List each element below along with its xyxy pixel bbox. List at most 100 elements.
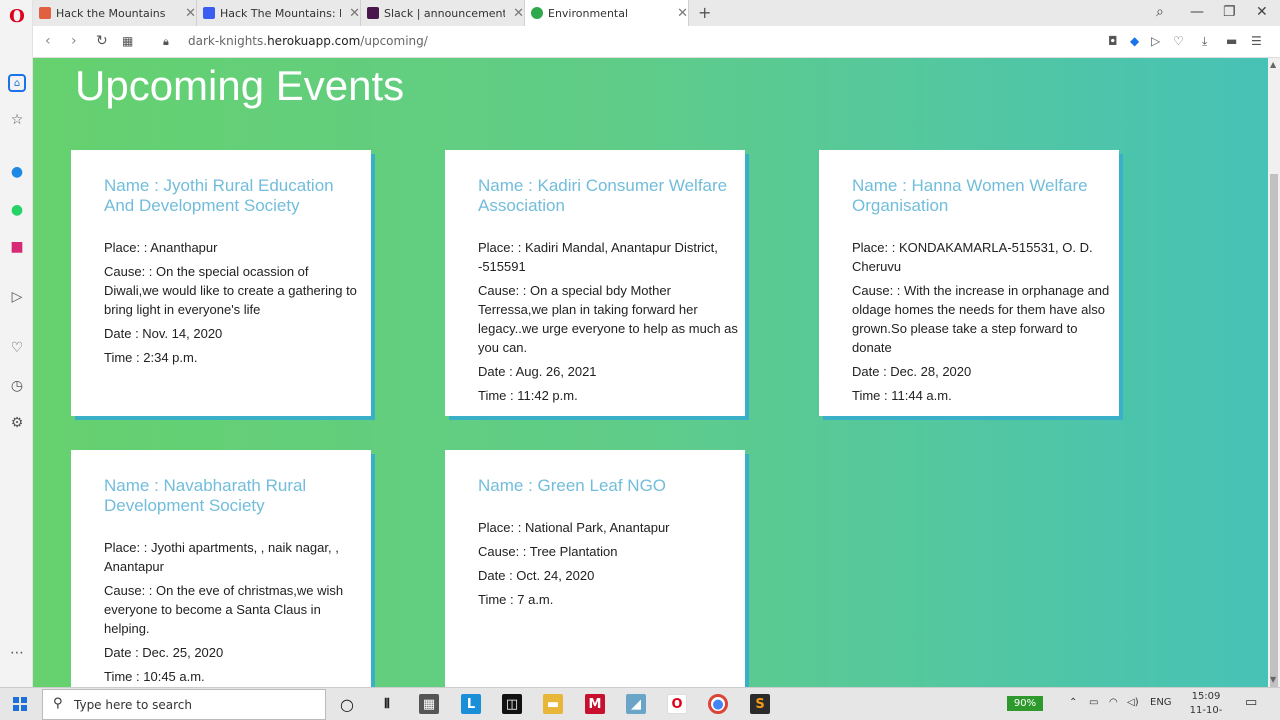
event-place: Place: : Kadiri Mandal, Anantapur Distri… — [478, 240, 718, 274]
url-host: herokuapp.com — [267, 34, 361, 48]
app-l-icon[interactable]: L — [461, 694, 481, 714]
search-icon: ⚲ — [53, 696, 63, 711]
wifi-icon[interactable]: ◠ — [1109, 697, 1118, 708]
cortana-icon[interactable]: ○ — [337, 694, 357, 714]
back-icon[interactable]: ‹ — [45, 33, 51, 49]
tab-grid-icon[interactable]: ▦ — [122, 34, 133, 48]
search-tabs-icon[interactable]: ⌕ — [1156, 4, 1164, 20]
url-field[interactable]: dark-knights.herokuapp.com/upcoming/ — [188, 34, 428, 48]
tab-hack-the-mountains[interactable]: Hack the Mountains ✕ — [33, 0, 197, 26]
file-explorer-icon[interactable]: ▬ — [543, 694, 563, 714]
new-tab-plus-icon[interactable]: + — [698, 3, 711, 22]
event-date: Date : Dec. 28, 2020 — [852, 364, 972, 379]
event-date: Date : Dec. 25, 2020 — [104, 645, 224, 660]
tab-title: Hack the Mountains — [56, 6, 166, 20]
event-cause: Cause: : On the eve of christmas,we wish… — [104, 583, 344, 636]
whatsapp-icon[interactable]: ● — [7, 200, 27, 220]
event-time: Time : 2:34 p.m. — [104, 350, 198, 365]
event-name: Name : Hanna Women Welfare Organisation — [852, 176, 1088, 215]
close-tab-icon[interactable]: ✕ — [349, 6, 360, 21]
chrome-icon[interactable]: ● — [708, 694, 728, 714]
event-time: Time : 10:45 a.m. — [104, 669, 205, 684]
event-cause: Cause: : Tree Plantation — [478, 544, 618, 559]
instagram-icon[interactable]: ■ — [7, 237, 27, 257]
show-hidden-icons-icon[interactable]: ⌃ — [1069, 697, 1077, 708]
close-tab-icon[interactable]: ✕ — [513, 6, 524, 21]
heart-icon[interactable]: ♡ — [1173, 34, 1184, 48]
more-dots-icon[interactable]: ⋯ — [7, 643, 27, 663]
tab-title: Slack | announcements | Ha — [384, 6, 506, 20]
tab-title: Environmental — [548, 6, 629, 20]
notifications-icon[interactable]: ▭ — [1245, 695, 1257, 710]
easy-setup-icon[interactable]: ☰ — [1251, 34, 1262, 48]
tab-dashboard[interactable]: Hack The Mountains: Dashb ✕ — [197, 0, 361, 26]
tab-favicon-icon — [39, 7, 51, 19]
mcafee-icon[interactable]: M — [585, 694, 605, 714]
snapshot-camera-icon[interactable]: ◘ — [1108, 34, 1118, 48]
event-place: Place: : Ananthapur — [104, 240, 218, 255]
scroll-thumb[interactable] — [1270, 174, 1278, 694]
forward-icon[interactable]: › — [71, 33, 77, 49]
page-scrollbar[interactable]: ▲ ▼ — [1268, 58, 1280, 694]
url-path: /upcoming/ — [360, 34, 428, 48]
event-name: Name : Jyothi Rural Education And Develo… — [104, 176, 334, 215]
messenger-icon[interactable]: ● — [7, 162, 27, 182]
taskbar-search-input[interactable]: ⚲ Type here to search — [42, 689, 326, 720]
tab-favicon-icon — [203, 7, 215, 19]
lock-icon: 🔒︎ — [163, 35, 169, 48]
send-icon[interactable]: ▷ — [7, 287, 27, 307]
close-window-icon[interactable]: ✕ — [1256, 4, 1268, 20]
bookmark-star-icon[interactable]: ☆ — [7, 110, 27, 130]
minimize-icon[interactable]: — — [1190, 4, 1204, 20]
volume-icon[interactable]: ◁) — [1127, 697, 1139, 708]
task-view-icon[interactable]: ⫴ — [377, 694, 397, 714]
address-bar: ‹ › ↻ ▦ 🔒︎ dark-knights.herokuapp.com/up… — [33, 26, 1280, 58]
taskbar-clock[interactable]: 15:09 11-10-2020 — [1180, 690, 1232, 720]
windows-taskbar: ⚲ Type here to search ○ ⫴ ▦ L ◫ ▬ M ◢ O … — [0, 687, 1280, 720]
tab-title: Hack The Mountains: Dashb — [220, 6, 341, 20]
settings-gear-icon[interactable]: ⚙ — [7, 413, 27, 433]
share-send-icon[interactable]: ▷ — [1151, 34, 1160, 48]
event-card: Name : Kadiri Consumer Welfare Associati… — [445, 150, 745, 416]
restore-icon[interactable]: ❐ — [1223, 4, 1236, 20]
event-time: Time : 7 a.m. — [478, 592, 554, 607]
event-card: Name : Hanna Women Welfare Organisation … — [819, 150, 1119, 416]
event-cause: Cause: : On a special bdy Mother Terress… — [478, 283, 738, 355]
reload-icon[interactable]: ↻ — [96, 33, 108, 49]
event-card: Name : Green Leaf NGO Place: : National … — [445, 450, 745, 687]
tab-favicon-icon — [367, 7, 379, 19]
home-icon[interactable]: ⌂ — [8, 74, 26, 92]
history-clock-icon[interactable]: ◷ — [7, 376, 27, 396]
tab-favicon-icon — [531, 7, 543, 19]
tab-slack[interactable]: Slack | announcements | Ha ✕ — [361, 0, 525, 26]
battery-icon[interactable]: ▭ — [1089, 697, 1098, 708]
scroll-down-arrow-icon[interactable]: ▼ — [1270, 675, 1276, 684]
windows-start-icon[interactable] — [13, 697, 27, 711]
clock-date: 11-10-2020 — [1189, 705, 1223, 720]
app-dark-icon[interactable]: ◫ — [502, 694, 522, 714]
event-date: Date : Nov. 14, 2020 — [104, 326, 223, 341]
scroll-up-arrow-icon[interactable]: ▲ — [1270, 60, 1276, 69]
event-card: Name : Jyothi Rural Education And Develo… — [71, 150, 371, 416]
close-tab-icon[interactable]: ✕ — [677, 6, 688, 21]
tab-bar: Hack the Mountains ✕ Hack The Mountains:… — [33, 0, 1280, 26]
language-indicator[interactable]: ENG — [1150, 697, 1172, 708]
notes-app-icon[interactable]: ◢ — [626, 694, 646, 714]
clock-time: 15:09 — [1191, 691, 1221, 702]
heart-icon[interactable]: ♡ — [7, 338, 27, 358]
event-place: Place: : National Park, Anantapur — [478, 520, 670, 535]
calculator-icon[interactable]: ▦ — [419, 694, 439, 714]
battery-indicator[interactable]: 90% — [1007, 696, 1043, 711]
download-icon[interactable]: ⤓ — [1202, 34, 1207, 49]
event-place: Place: : Jyothi apartments, , naik nagar… — [104, 540, 339, 574]
close-tab-icon[interactable]: ✕ — [185, 6, 196, 21]
battery-saver-icon[interactable]: ▬ — [1226, 34, 1237, 48]
sublime-text-icon[interactable]: S — [750, 694, 770, 714]
event-time: Time : 11:44 a.m. — [852, 388, 952, 403]
opera-logo-icon[interactable]: O — [7, 6, 27, 27]
tab-environmental[interactable]: Environmental ✕ — [525, 0, 689, 26]
opera-taskbar-icon[interactable]: O — [667, 694, 687, 714]
url-prefix: dark-knights. — [188, 34, 268, 48]
event-name: Name : Navabharath Rural Development Soc… — [104, 476, 307, 515]
adblock-shield-icon[interactable]: ◆ — [1130, 34, 1139, 48]
